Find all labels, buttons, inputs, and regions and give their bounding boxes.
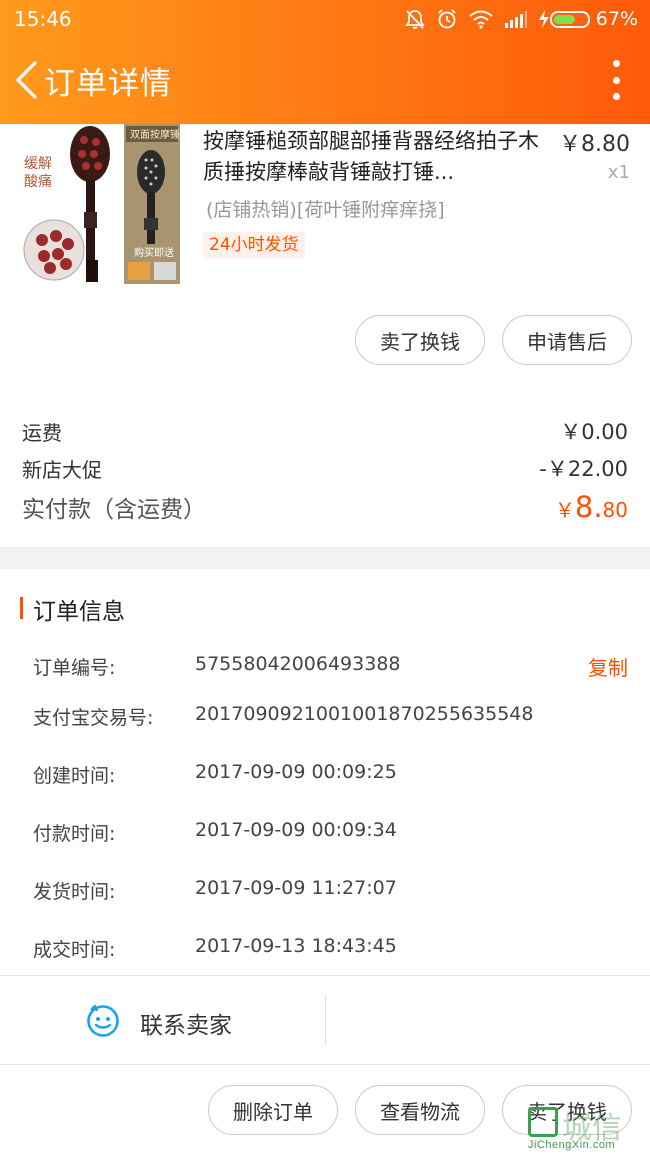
section-separator bbox=[0, 547, 650, 569]
created-time-value: 2017-09-09 00:09:25 bbox=[195, 761, 397, 783]
status-icons: 67% bbox=[404, 6, 638, 32]
charging-icon bbox=[538, 10, 549, 28]
section-accent-bar bbox=[20, 597, 23, 619]
divider bbox=[0, 1064, 650, 1065]
battery-percent: 67% bbox=[595, 8, 638, 30]
battery-icon bbox=[549, 10, 590, 28]
total-paid-value: ￥8.80 bbox=[554, 490, 628, 524]
mute-icon bbox=[405, 10, 425, 29]
more-icon bbox=[612, 60, 620, 67]
watermark: 城信 JiChengXin.com bbox=[524, 1103, 644, 1153]
alarm-icon bbox=[438, 9, 456, 29]
product-image[interactable]: 缓解 酸痛 双面按摩锤 购买即送 bbox=[20, 124, 182, 286]
total-paid-label: 实付款（含运费） bbox=[22, 497, 206, 523]
delete-order-button[interactable]: 删除订单 bbox=[208, 1085, 338, 1135]
back-button[interactable] bbox=[6, 56, 46, 104]
product-image-art: 缓解 酸痛 双面按摩锤 购买即送 bbox=[20, 124, 182, 286]
order-info-title: 订单信息 bbox=[33, 599, 125, 625]
contact-seller-button[interactable]: 联系卖家 bbox=[0, 976, 325, 1064]
watermark-url: JiChengXin.com bbox=[528, 1139, 616, 1151]
product-card[interactable]: 缓解 酸痛 双面按摩锤 购买即送 按摩锤槌颈部腿部捶背器经络拍子木质捶按摩棒敲背… bbox=[0, 124, 650, 294]
vertical-divider bbox=[325, 994, 326, 1046]
product-title[interactable]: 按摩锤槌颈部腿部捶背器经络拍子木质捶按摩棒敲背锤敲打锤... bbox=[203, 126, 553, 188]
view-logistics-button[interactable]: 查看物流 bbox=[355, 1085, 485, 1135]
product-quantity: x1 bbox=[607, 162, 630, 183]
svg-text:购买即送: 购买即送 bbox=[134, 246, 174, 259]
product-price: ￥8.80 bbox=[559, 132, 630, 157]
shipped-time-label: 发货时间: bbox=[33, 881, 116, 903]
back-icon bbox=[16, 61, 37, 99]
battery-indicator: 67% bbox=[538, 8, 638, 30]
svg-text:酸痛: 酸痛 bbox=[24, 173, 52, 190]
promo-value: -￥22.00 bbox=[539, 457, 628, 481]
header: 15:46 67% 订单详情 bbox=[0, 0, 650, 124]
more-button[interactable] bbox=[608, 60, 624, 100]
paid-time-value: 2017-09-09 00:09:34 bbox=[195, 819, 397, 841]
shipping-fee-row: 运费 ￥0.00 bbox=[22, 416, 628, 446]
completed-time-value: 2017-09-13 18:43:45 bbox=[195, 935, 397, 957]
nav-bar: 订单详情 bbox=[0, 38, 650, 124]
promo-row: 新店大促 -￥22.00 bbox=[22, 453, 628, 483]
status-time: 15:46 bbox=[14, 7, 72, 31]
alipay-trade-label: 支付宝交易号: bbox=[33, 707, 154, 729]
product-spec: (店铺热销)[荷叶锤附痒痒挠] bbox=[206, 199, 445, 221]
sell-for-cash-button[interactable]: 卖了换钱 bbox=[355, 315, 485, 365]
signal-icon bbox=[504, 11, 527, 28]
battery-fill bbox=[553, 14, 576, 24]
paid-time-label: 付款时间: bbox=[33, 823, 116, 845]
apply-after-sale-button[interactable]: 申请售后 bbox=[502, 315, 632, 365]
shipping-fee-label: 运费 bbox=[22, 420, 62, 445]
watermark-logo bbox=[528, 1107, 558, 1137]
page-title: 订单详情 bbox=[44, 66, 172, 102]
promo-label: 新店大促 bbox=[22, 457, 102, 482]
alipay-trade-value: 2017090921001001870255635548 bbox=[195, 703, 534, 725]
svg-text:缓解: 缓解 bbox=[24, 156, 52, 172]
shipping-tag: 24小时发货 bbox=[203, 232, 305, 258]
completed-time-label: 成交时间: bbox=[33, 939, 116, 961]
svg-text:双面按摩锤: 双面按摩锤 bbox=[130, 128, 180, 141]
order-number-label: 订单编号: bbox=[33, 657, 116, 679]
wifi-icon bbox=[469, 10, 493, 29]
shipping-fee-value: ￥0.00 bbox=[560, 420, 628, 444]
created-time-label: 创建时间: bbox=[33, 765, 116, 787]
contact-seller-label: 联系卖家 bbox=[140, 1013, 232, 1039]
total-paid-row: 实付款（含运费） ￥8.80 bbox=[22, 490, 628, 524]
order-number-value: 57558042006493388 bbox=[195, 653, 401, 675]
copy-button[interactable]: 复制 bbox=[588, 652, 628, 681]
shipped-time-value: 2017-09-09 11:27:07 bbox=[195, 877, 397, 899]
status-bar: 15:46 67% bbox=[0, 0, 650, 38]
chat-face-icon bbox=[87, 1004, 119, 1037]
